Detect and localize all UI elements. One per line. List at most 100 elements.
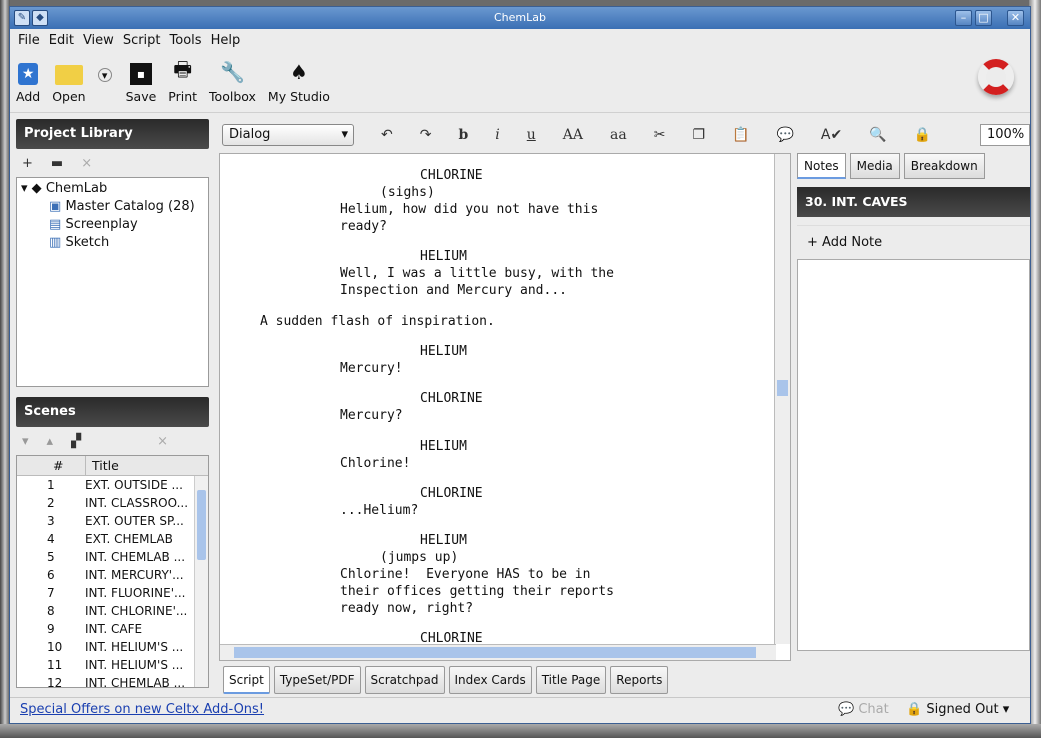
special-offers-link[interactable]: Special Offers on new Celtx Add-Ons! <box>20 702 264 717</box>
tree-item-sketch[interactable]: ▥ Sketch <box>21 234 204 252</box>
maximize-button[interactable]: □ <box>975 10 992 26</box>
tab-typeset-pdf[interactable]: TypeSet/PDF <box>273 666 361 694</box>
copy-icon[interactable]: ❐ <box>692 127 705 143</box>
tab-title-page[interactable]: Title Page <box>535 666 607 694</box>
table-row[interactable]: 12 INT. CHEMLAB ... <box>17 674 208 687</box>
tree-item-project[interactable]: ▾ ◆ ChemLab <box>21 180 204 198</box>
search-icon[interactable]: 🔍 <box>869 127 886 143</box>
bold-button[interactable]: b <box>458 127 468 143</box>
dialogue-line: Mercury! <box>340 361 403 376</box>
lowercase-button[interactable]: aa <box>610 127 627 143</box>
tree-item-screenplay[interactable]: ▤ Screenplay <box>21 216 204 234</box>
paste-icon[interactable]: 📋 <box>732 127 749 143</box>
add-note-button[interactable]: + Add Note <box>797 225 1030 259</box>
script-vertical-scrollbar[interactable] <box>774 154 790 644</box>
save-button[interactable]: ▪ Save <box>126 63 156 112</box>
current-scene-heading: 30. INT. CAVES <box>797 187 1030 217</box>
menu-help[interactable]: Help <box>211 33 241 48</box>
folder-icon[interactable]: ▬ <box>51 156 63 171</box>
tab-reports[interactable]: Reports <box>610 666 669 694</box>
tab-breakdown[interactable]: Breakdown <box>903 153 985 179</box>
app-icon[interactable]: ✎ <box>14 10 30 26</box>
scenes-scroll-thumb[interactable] <box>197 490 206 560</box>
chat-icon: 💬 <box>838 702 855 717</box>
col-number[interactable]: # <box>17 456 85 475</box>
move-up-icon[interactable]: ▴ <box>47 434 54 449</box>
menu-script[interactable]: Script <box>123 33 161 48</box>
table-row[interactable]: 7 INT. FLUORINE'... <box>17 584 208 602</box>
table-row[interactable]: 8 INT. CHLORINE'... <box>17 602 208 620</box>
cut-icon[interactable]: ✂ <box>654 127 666 143</box>
tab-index-cards[interactable]: Index Cards <box>448 666 532 694</box>
my-studio-button[interactable]: ♠ My Studio <box>268 59 330 112</box>
tab-scratchpad[interactable]: Scratchpad <box>364 666 445 694</box>
col-title[interactable]: Title <box>85 456 119 475</box>
table-row[interactable]: 2 INT. CLASSROO... <box>17 494 208 512</box>
zoom-select[interactable]: 100% <box>980 124 1030 146</box>
tab-media[interactable]: Media <box>849 153 900 179</box>
dialogue-line: ...Helium? <box>340 503 419 518</box>
catalog-icon: ▣ <box>49 199 62 214</box>
menu-view[interactable]: View <box>83 33 114 48</box>
script-hscroll-thumb[interactable] <box>234 647 756 658</box>
script-editor[interactable]: CHLORINE (sighs) Helium, how did you not… <box>219 153 791 661</box>
tree-item-master-catalog[interactable]: ▣ Master Catalog (28) <box>21 198 204 216</box>
menu-tools[interactable]: Tools <box>170 33 202 48</box>
tab-notes[interactable]: Notes <box>797 153 846 179</box>
underline-button[interactable]: u <box>527 127 536 143</box>
undo-icon[interactable]: ↶ <box>381 127 393 143</box>
project-library-header: Project Library <box>16 119 209 149</box>
star-icon: ★ <box>18 63 39 85</box>
menu-edit[interactable]: Edit <box>49 33 74 48</box>
table-row[interactable]: 9 INT. CAFE <box>17 620 208 638</box>
table-row[interactable]: 3 EXT. OUTER SP... <box>17 512 208 530</box>
scene-copy-icon[interactable]: ▞ <box>71 434 81 449</box>
close-button[interactable]: ✕ <box>1007 10 1024 26</box>
add-item-icon[interactable]: + <box>22 156 33 171</box>
open-button[interactable]: Open <box>52 65 86 112</box>
character-name: HELIUM <box>420 533 467 548</box>
tab-script[interactable]: Script <box>223 666 270 694</box>
table-row[interactable]: 1 EXT. OUTSIDE ... <box>17 476 208 494</box>
add-button[interactable]: ★ Add <box>16 63 40 112</box>
spellcheck-icon[interactable]: A✔ <box>821 127 842 143</box>
toolbox-button[interactable]: 🔧 Toolbox <box>209 59 256 112</box>
left-pane: Project Library + ▬ × ▾ ◆ ChemLab ▣ Mast… <box>16 119 209 699</box>
remove-scene-icon[interactable]: × <box>157 434 168 449</box>
uppercase-button[interactable]: AA <box>563 127 583 143</box>
app-window: ✎ ◆ ChemLab – □ ✕ File Edit View Script … <box>9 6 1031 724</box>
window-menu-icon[interactable]: ◆ <box>32 10 48 26</box>
redo-icon[interactable]: ↷ <box>420 127 432 143</box>
script-horizontal-scrollbar[interactable] <box>220 644 776 660</box>
table-row[interactable]: 10 INT. HELIUM'S ... <box>17 638 208 656</box>
italic-button[interactable]: i <box>495 127 499 143</box>
comment-icon[interactable]: 💬 <box>776 127 793 143</box>
editor-toolbar: Dialog ↶ ↷ b i u AA aa ✂ ❐ 📋 💬 A✔ 🔍 🔒 10… <box>222 119 1030 151</box>
character-name: CHLORINE <box>420 391 483 406</box>
open-dropdown-button[interactable]: ▾ <box>97 68 112 112</box>
scenes-table: # Title 1 EXT. OUTSIDE ... 2 INT. CLASSROO… <box>16 455 209 688</box>
script-scroll-thumb[interactable] <box>777 380 788 396</box>
table-row[interactable]: 6 INT. MERCURY'... <box>17 566 208 584</box>
minimize-button[interactable]: – <box>955 10 972 26</box>
scenes-scrollbar[interactable] <box>194 476 208 687</box>
notes-textarea[interactable] <box>797 259 1030 651</box>
celtx-logo-icon[interactable] <box>978 59 1014 95</box>
table-row[interactable]: 11 INT. HELIUM'S ... <box>17 656 208 674</box>
lock-icon[interactable]: 🔒 <box>914 127 931 143</box>
expand-icon[interactable]: ▾ <box>21 181 28 196</box>
character-name: CHLORINE <box>420 168 483 183</box>
chat-button[interactable]: 💬 Chat <box>838 702 889 717</box>
menu-file[interactable]: File <box>18 33 40 48</box>
signed-out-button[interactable]: 🔒 Signed Out ▾ <box>906 702 1009 717</box>
table-row[interactable]: 4 EXT. CHEMLAB <box>17 530 208 548</box>
print-button[interactable]: 🖶 Print <box>168 57 197 112</box>
dialogue-line: ready now, right? <box>340 601 474 616</box>
element-type-select[interactable]: Dialog <box>222 124 354 146</box>
move-down-icon[interactable]: ▾ <box>22 434 29 449</box>
action-line: A sudden flash of inspiration. <box>260 314 495 329</box>
table-row[interactable]: 5 INT. CHEMLAB ... <box>17 548 208 566</box>
plus-icon: + <box>807 235 818 250</box>
remove-icon[interactable]: × <box>81 156 92 171</box>
lock-icon: 🔒 <box>906 702 923 717</box>
